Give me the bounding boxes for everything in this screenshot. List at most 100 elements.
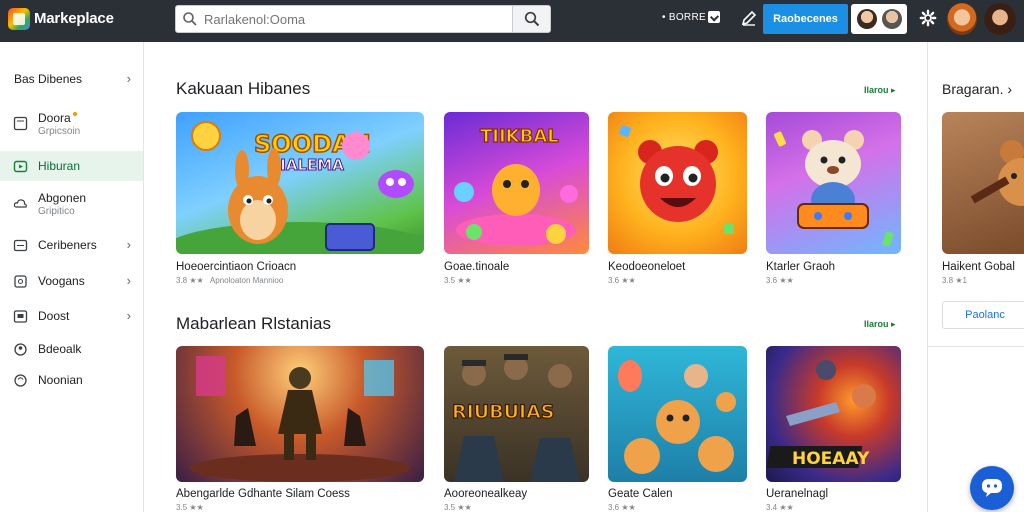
sidebar-item-label: Doost xyxy=(38,309,70,323)
sidebar-item-label: Bas Dibenes xyxy=(14,72,83,86)
divider xyxy=(928,346,1024,347)
game-card-image[interactable]: RIUBUIAS xyxy=(444,346,589,482)
cloud-icon xyxy=(13,199,27,208)
sidebar-item-bdeoalk[interactable]: Bdeoalk xyxy=(0,334,143,364)
sidebar-item-label: Abgonen xyxy=(38,191,87,205)
sidebar-item-abgonen[interactable]: Abgonen Gripitico xyxy=(0,188,143,226)
game-card-image[interactable]: HOEAAY xyxy=(766,346,901,482)
svg-text:RIUBUIAS: RIUBUIAS xyxy=(452,401,555,423)
search-bar xyxy=(175,5,551,33)
game-title[interactable]: Goae.tinoale xyxy=(444,261,509,273)
sidebar: Bas Dibenes › Doora Grpicsoin Hiburan Ab… xyxy=(0,42,144,512)
game-title[interactable]: Aooreonealkeay xyxy=(444,488,527,500)
game-card-image[interactable]: TIIKBAL xyxy=(444,112,589,254)
game-artwork xyxy=(774,130,894,247)
game-rating: 3.5 ★★ xyxy=(444,503,472,512)
group-icon xyxy=(14,343,27,356)
sidebar-item-ceribeners[interactable]: Ceribeners › xyxy=(0,230,143,260)
store-link[interactable]: • BORRE xyxy=(662,12,706,23)
chevron-right-icon: › xyxy=(126,237,131,252)
search-button[interactable] xyxy=(512,6,550,32)
game-card-image[interactable] xyxy=(176,346,424,482)
user-icon xyxy=(14,374,27,387)
game-title[interactable]: Ueranelnagl xyxy=(766,488,828,500)
game-card-image[interactable] xyxy=(766,112,901,254)
sidebar-item-label: Noonian xyxy=(38,373,83,387)
board-icon xyxy=(13,310,28,323)
game-artwork: HOEAAY xyxy=(766,360,876,469)
sidebar-item-hiburan[interactable]: Hiburan xyxy=(0,151,143,181)
account-switcher[interactable] xyxy=(851,4,907,34)
game-title[interactable]: Ktarler Graoh xyxy=(766,261,835,273)
game-title[interactable]: Haikent Gobal xyxy=(942,261,1015,273)
brand-name[interactable]: Markeplace xyxy=(34,10,114,27)
sidebar-item-label: Doora xyxy=(38,111,77,125)
svg-text:HOEAAY: HOEAAY xyxy=(792,449,870,469)
section-title: Kakuaan Hibanes xyxy=(176,79,311,98)
edit-icon[interactable] xyxy=(740,9,758,27)
profile-avatar[interactable] xyxy=(947,3,977,35)
gear-icon[interactable] xyxy=(919,9,937,27)
list-icon xyxy=(13,239,28,252)
game-artwork xyxy=(618,360,736,474)
entertainment-icon xyxy=(13,160,28,173)
see-more-link[interactable]: Ilarou ▸ xyxy=(864,85,896,96)
primary-action-button[interactable]: Raobecenes xyxy=(763,4,848,34)
sidebar-item-label: Voogans xyxy=(38,274,85,288)
chat-button[interactable] xyxy=(970,466,1014,510)
game-artwork: SOODAN GIALEMA xyxy=(176,121,424,254)
search-icon xyxy=(183,12,197,26)
sidebar-item-doora[interactable]: Doora Grpicsoin xyxy=(0,108,143,146)
game-artwork: RIUBUIAS xyxy=(451,354,580,482)
side-panel-title[interactable]: Bragaran. › xyxy=(942,81,1012,97)
brand-logo-icon[interactable] xyxy=(8,8,30,30)
game-artwork xyxy=(970,140,1024,206)
sidebar-item-categories[interactable]: Bas Dibenes › xyxy=(0,64,143,94)
search-input[interactable] xyxy=(204,10,504,28)
sidebar-item-label: Bdeoalk xyxy=(38,342,82,356)
see-more-link[interactable]: Ilarou ▸ xyxy=(864,319,896,330)
game-title[interactable]: Geate Calen xyxy=(608,488,673,500)
chevron-right-icon: › xyxy=(126,71,131,86)
game-title[interactable]: Hoeoercintiaon Crioacn xyxy=(176,261,296,273)
game-rating: 3.8 ★1 xyxy=(942,276,967,285)
game-artwork: TIIKBAL xyxy=(454,125,578,246)
game-card-image[interactable] xyxy=(608,346,747,482)
notification-dot xyxy=(72,112,77,116)
sidebar-item-label: Ceribeners xyxy=(38,238,97,252)
sidebar-item-label: Hiburan xyxy=(38,159,81,173)
game-title[interactable]: Keodoeoneloet xyxy=(608,261,685,273)
game-card-image[interactable] xyxy=(942,112,1024,254)
sidebar-item-noonian[interactable]: Noonian xyxy=(0,365,143,395)
game-title[interactable]: Abengarlde Gdhante Silam Coess xyxy=(176,488,350,500)
document-icon xyxy=(13,116,28,131)
side-panel-button[interactable]: Paolanc xyxy=(942,301,1024,329)
search-icon xyxy=(524,11,540,27)
game-rating: 3.6 ★★ xyxy=(766,276,794,285)
game-rating: 3.4 ★★ xyxy=(766,503,794,512)
chat-icon xyxy=(982,479,1002,497)
video-icon xyxy=(14,275,27,288)
game-rating: 3.8 ★★ Apnoloaton Mannioo xyxy=(176,276,284,285)
store-check-icon[interactable] xyxy=(708,11,720,23)
chevron-right-icon: › xyxy=(126,308,131,323)
sidebar-item-doost[interactable]: Doost › xyxy=(0,301,143,331)
sidebar-item-sublabel: Grpicsoin xyxy=(38,126,81,137)
top-bar: Markeplace • BORRE Raobecenes xyxy=(0,0,1024,42)
svg-text:TIIKBAL: TIIKBAL xyxy=(480,126,559,147)
chevron-right-icon: › xyxy=(126,273,131,288)
panel-divider xyxy=(927,42,928,512)
avatar xyxy=(882,9,902,29)
game-artwork xyxy=(190,356,410,482)
game-rating: 3.5 ★★ xyxy=(444,276,472,285)
game-rating: 3.6 ★★ xyxy=(608,276,636,285)
avatar xyxy=(857,9,877,29)
section-title: Mabarlean Rlstanias xyxy=(176,314,331,333)
game-rating: 3.6 ★★ xyxy=(608,503,636,512)
profile-avatar[interactable] xyxy=(984,3,1016,35)
game-artwork xyxy=(619,125,734,234)
sidebar-item-sublabel: Gripitico xyxy=(38,206,75,217)
sidebar-item-voogans[interactable]: Voogans › xyxy=(0,266,143,296)
game-card-image[interactable]: SOODAN GIALEMA xyxy=(176,112,424,254)
game-card-image[interactable] xyxy=(608,112,747,254)
